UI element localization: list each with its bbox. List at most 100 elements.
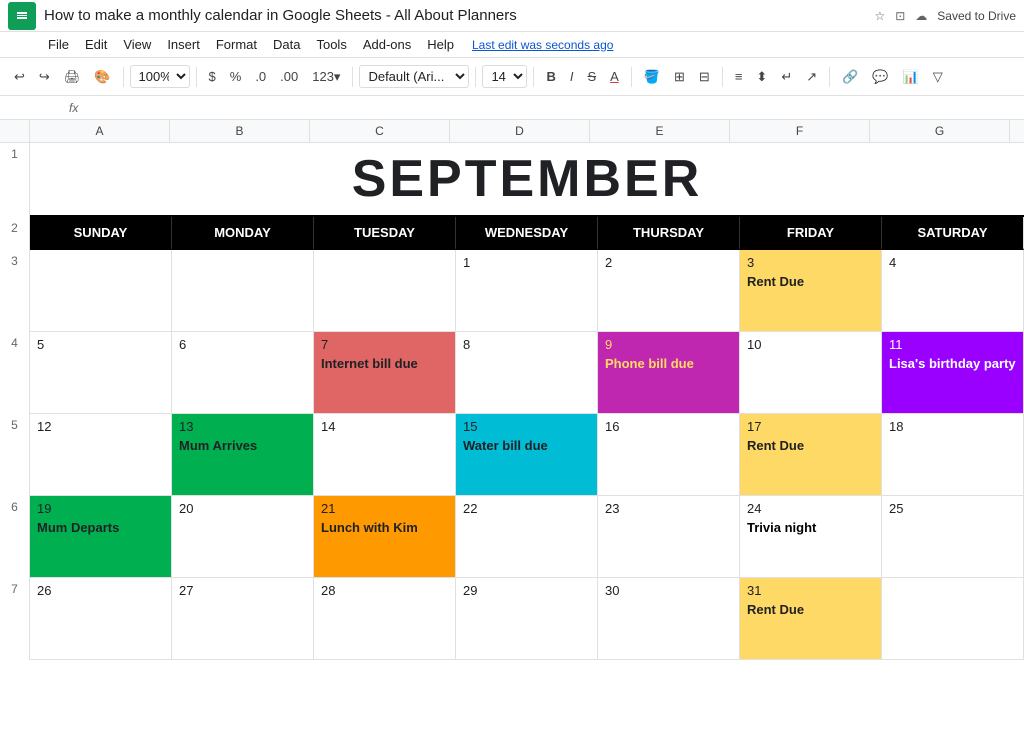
wrap-button[interactable]: ↵ — [775, 67, 798, 87]
toolbar: ↩ ↪ 🖨 🎨 100% $ % .0 .00 123▾ Default (Ar… — [0, 58, 1024, 96]
col-header-f[interactable]: F — [730, 120, 870, 142]
toolbar-sep-7 — [722, 67, 723, 87]
cal-cell-empty-0[interactable] — [30, 250, 172, 332]
cell-event: Rent Due — [747, 274, 874, 289]
cal-cell-17-5[interactable]: 17Rent Due — [740, 414, 882, 496]
cal-cell-empty-2[interactable] — [314, 250, 456, 332]
cloud-icon: ☁ — [915, 9, 927, 23]
menu-data[interactable]: Data — [265, 35, 308, 54]
cal-cell-9-4[interactable]: 9Phone bill due — [598, 332, 740, 414]
cal-cell-5-0[interactable]: 5 — [30, 332, 172, 414]
menu-file[interactable]: File — [40, 35, 77, 54]
number-format-button[interactable]: 123▾ — [306, 67, 346, 87]
rotate-button[interactable]: ↗ — [800, 67, 823, 87]
toolbar-sep-3 — [352, 67, 353, 87]
strikethrough-button[interactable]: S — [581, 67, 602, 86]
cell-date-20: 20 — [179, 501, 306, 516]
decimal-decrease-button[interactable]: .0 — [249, 67, 272, 86]
cell-event: Rent Due — [747, 438, 874, 453]
cal-cell-3-5[interactable]: 3Rent Due — [740, 250, 882, 332]
col-header-b[interactable]: B — [170, 120, 310, 142]
col-header-c[interactable]: C — [310, 120, 450, 142]
cal-cell-14-2[interactable]: 14 — [314, 414, 456, 496]
cal-cell-28-2[interactable]: 28 — [314, 578, 456, 660]
cal-cell-18-6[interactable]: 18 — [882, 414, 1024, 496]
cal-cell-24-5[interactable]: 24Trivia night — [740, 496, 882, 578]
cal-cell-19-0[interactable]: 19Mum Departs — [30, 496, 172, 578]
september-title[interactable]: SEPTEMBER — [30, 143, 1024, 217]
menu-help[interactable]: Help — [419, 35, 462, 54]
cal-cell-10-5[interactable]: 10 — [740, 332, 882, 414]
col-header-g[interactable]: G — [870, 120, 1010, 142]
day-header-monday: MONDAY — [172, 217, 314, 250]
cal-week-4: 619Mum Departs2021Lunch with Kim222324Tr… — [0, 496, 1024, 578]
redo-button[interactable]: ↪ — [33, 67, 56, 87]
font-size-select[interactable]: 14 — [482, 65, 527, 88]
cal-cell-13-1[interactable]: 13Mum Arrives — [172, 414, 314, 496]
present-mode-icon[interactable]: ⊡ — [895, 9, 905, 23]
chart-button[interactable]: 📊 — [897, 67, 925, 87]
comment-button[interactable]: 💬 — [866, 67, 894, 87]
cal-cell-6-1[interactable]: 6 — [172, 332, 314, 414]
cal-cell-26-0[interactable]: 26 — [30, 578, 172, 660]
align-button[interactable]: ≡ — [729, 67, 749, 86]
cal-cell-25-6[interactable]: 25 — [882, 496, 1024, 578]
toolbar-sep-6 — [631, 67, 632, 87]
undo-button[interactable]: ↩ — [8, 67, 31, 87]
cal-cell-empty-1[interactable] — [172, 250, 314, 332]
valign-button[interactable]: ⬍ — [750, 67, 773, 87]
cal-cell-4-6[interactable]: 4 — [882, 250, 1024, 332]
paint-format-button[interactable]: 🎨 — [88, 67, 116, 87]
text-color-button[interactable]: A — [604, 67, 625, 86]
menu-addons[interactable]: Add-ons — [355, 35, 419, 54]
col-header-a[interactable]: A — [30, 120, 170, 142]
cell-event: Phone bill due — [605, 356, 732, 371]
cell-date-16: 16 — [605, 419, 732, 434]
cal-cell-15-3[interactable]: 15Water bill due — [456, 414, 598, 496]
font-select[interactable]: Default (Ari... — [359, 65, 469, 88]
decimal-increase-button[interactable]: .00 — [274, 67, 304, 86]
merge-button[interactable]: ⊟ — [693, 67, 716, 87]
cal-cell-2-4[interactable]: 2 — [598, 250, 740, 332]
filter-button[interactable]: ▽ — [927, 67, 949, 87]
col-header-d[interactable]: D — [450, 120, 590, 142]
cell-date-7: 7 — [321, 337, 448, 352]
link-button[interactable]: 🔗 — [836, 67, 864, 87]
cal-cell-22-3[interactable]: 22 — [456, 496, 598, 578]
cal-cell-8-3[interactable]: 8 — [456, 332, 598, 414]
bold-button[interactable]: B — [540, 67, 561, 86]
star-icon[interactable]: ☆ — [874, 9, 885, 23]
cal-cell-21-2[interactable]: 21Lunch with Kim — [314, 496, 456, 578]
menu-edit[interactable]: Edit — [77, 35, 115, 54]
cal-cell-12-0[interactable]: 12 — [30, 414, 172, 496]
cal-cell-20-1[interactable]: 20 — [172, 496, 314, 578]
col-header-e[interactable]: E — [590, 120, 730, 142]
cal-cell-30-4[interactable]: 30 — [598, 578, 740, 660]
col-header-row: A B C D E F G — [0, 120, 1024, 143]
menu-tools[interactable]: Tools — [308, 35, 354, 54]
cell-date-30: 30 — [605, 583, 732, 598]
cal-cell-31-5[interactable]: 31Rent Due — [740, 578, 882, 660]
cell-date-10: 10 — [747, 337, 874, 352]
percent-button[interactable]: % — [224, 67, 248, 86]
menu-view[interactable]: View — [115, 35, 159, 54]
cal-cell-1-3[interactable]: 1 — [456, 250, 598, 332]
cell-event: Mum Arrives — [179, 438, 306, 453]
menu-insert[interactable]: Insert — [159, 35, 208, 54]
zoom-select[interactable]: 100% — [130, 65, 190, 88]
borders-button[interactable]: ⊞ — [668, 67, 691, 87]
fill-color-button[interactable]: 🪣 — [638, 67, 666, 87]
print-button[interactable]: 🖨 — [58, 67, 87, 87]
cal-cell-27-1[interactable]: 27 — [172, 578, 314, 660]
cal-cell-29-3[interactable]: 29 — [456, 578, 598, 660]
italic-button[interactable]: I — [564, 67, 580, 86]
currency-button[interactable]: $ — [203, 67, 222, 86]
day-header-saturday: SATURDAY — [882, 217, 1024, 250]
cal-cell-empty-6[interactable] — [882, 578, 1024, 660]
cal-cell-7-2[interactable]: 7Internet bill due — [314, 332, 456, 414]
cal-cell-11-6[interactable]: 11Lisa's birthday party — [882, 332, 1024, 414]
cal-cell-16-4[interactable]: 16 — [598, 414, 740, 496]
cell-date-28: 28 — [321, 583, 448, 598]
cal-cell-23-4[interactable]: 23 — [598, 496, 740, 578]
menu-format[interactable]: Format — [208, 35, 265, 54]
